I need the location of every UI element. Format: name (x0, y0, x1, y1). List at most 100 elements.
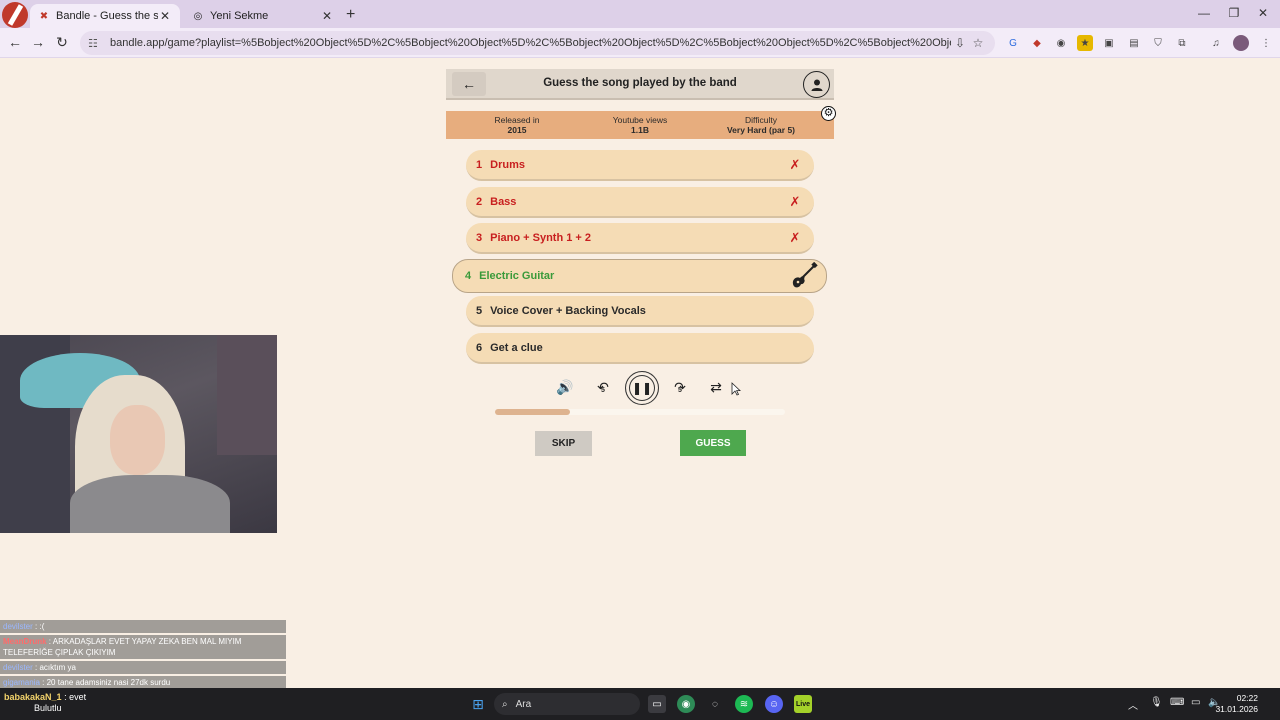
close-icon[interactable]: ✕ (158, 9, 172, 23)
profile-button[interactable] (803, 71, 830, 98)
keyboard-icon[interactable]: ⌨ (1170, 697, 1184, 708)
difficulty-label: Difficulty (745, 115, 777, 125)
stem-row-5[interactable]: 5 Voice Cover + Backing Vocals (466, 296, 814, 327)
volume-icon[interactable]: 🔊 (556, 378, 574, 396)
taskbar-search[interactable]: ⌕ Ara (494, 693, 640, 715)
time: 02:22 (1236, 693, 1258, 703)
puzzle-icon[interactable]: ⧉ (1174, 35, 1190, 51)
live-app-icon[interactable]: Live (794, 695, 812, 713)
stem-label: Electric Guitar (479, 270, 555, 282)
windows-start-icon[interactable]: ⊞ (469, 695, 487, 713)
rewind-seconds: 5 (601, 387, 605, 394)
stem-row-4[interactable]: 4 Electric Guitar (452, 259, 827, 293)
extension-icon[interactable]: ▤ (1126, 35, 1142, 51)
extension-icon[interactable]: ◆ (1029, 35, 1045, 51)
date: 31.01.2026 (1215, 704, 1258, 714)
browser-tab-bar: ✖ Bandle - Guess the song... ✕ ◎ Yeni Se… (0, 0, 1280, 28)
chat-text: : 20 tane adamsiniz nasi 27dk surdu (42, 678, 171, 687)
back-button[interactable]: ← (452, 72, 486, 96)
chat-text: : :( (35, 622, 45, 631)
url-text: bandle.app/game?playlist=%5Bobject%20Obj… (110, 37, 951, 49)
playback-progress[interactable] (495, 409, 785, 415)
extension-icon[interactable]: ◉ (1053, 35, 1069, 51)
released-info: Released in 2015 (482, 115, 552, 135)
tray-overflow-icon[interactable]: ︿ (1128, 697, 1138, 712)
settings-gear-icon[interactable]: ⚙ (821, 106, 836, 121)
tab-new[interactable]: ◎ Yeni Sekme ✕ (184, 4, 342, 28)
rewind-5-button[interactable]: ↶ 5 (594, 378, 612, 396)
page-title: Guess the song played by the band (543, 77, 737, 89)
fail-x-icon: ✗ (789, 193, 801, 209)
window-close-button[interactable]: ✕ (1256, 6, 1270, 20)
chat-message: devilster : :( (0, 620, 286, 633)
stem-label: Drums (490, 158, 525, 171)
site-info-icon[interactable]: ☷ (88, 37, 102, 50)
forward-seconds: 5 (678, 387, 682, 394)
stream-chat: devilster : :( MeanDrunk : ARKADAŞLAR EV… (0, 620, 286, 691)
stem-row-3[interactable]: 3 Piano + Synth 1 + 2 ✗ (466, 223, 814, 254)
new-tab-button[interactable]: + (346, 6, 355, 24)
spotify-icon[interactable]: ≋ (735, 695, 753, 713)
arrow-left-icon: ← (462, 76, 476, 92)
released-value: 2015 (507, 125, 527, 135)
bookmark-star-icon[interactable]: ☆ (969, 36, 987, 50)
game-header: ← Guess the song played by the band (446, 69, 834, 100)
user-icon (811, 79, 822, 91)
minimize-button[interactable]: — (1197, 6, 1211, 20)
chat-user: devilster (3, 622, 33, 631)
network-icon[interactable]: ▭ (1191, 697, 1200, 708)
stem-number: 4 (465, 270, 472, 282)
webcam-body (70, 475, 230, 533)
microphone-icon[interactable]: 🎙 (1150, 697, 1163, 708)
clock[interactable]: 02:22 31.01.2026 (1215, 693, 1258, 715)
webcam-face (110, 405, 165, 475)
shield-icon[interactable]: ⛉ (1150, 35, 1166, 51)
electric-guitar-icon (792, 262, 818, 288)
clue-row[interactable]: 6 Get a clue (466, 333, 814, 364)
avatar[interactable] (1233, 35, 1249, 51)
translate-extension-icon[interactable]: G (1005, 35, 1021, 51)
repeat-off-icon[interactable]: ⇄ (707, 378, 725, 396)
forward-nav-button[interactable]: → (29, 34, 47, 50)
forward-5-button[interactable]: ↷ 5 (671, 378, 689, 396)
stem-number: 5 (476, 304, 483, 317)
close-icon[interactable]: ✕ (320, 9, 334, 23)
restore-button[interactable]: ❐ (1227, 6, 1241, 20)
extension-icon[interactable]: ★ (1077, 35, 1093, 51)
address-bar[interactable]: ☷ bandle.app/game?playlist=%5Bobject%20O… (80, 31, 995, 55)
bandle-logo-icon (2, 2, 28, 28)
chat-text: : acıktım ya (35, 663, 76, 672)
stem-number: 2 (476, 195, 483, 208)
chat-message: devilster : acıktım ya (0, 661, 286, 674)
chat-user: gigamania (3, 678, 40, 687)
stem-row-2[interactable]: 2 Bass ✗ (466, 187, 814, 218)
chat-user: MeanDrunk (3, 637, 47, 646)
stem-label: Piano + Synth 1 + 2 (490, 231, 591, 244)
chrome-icon[interactable]: ◉ (677, 695, 695, 713)
discord-icon[interactable]: ☺ (765, 695, 783, 713)
chat-user: devilster (3, 663, 33, 672)
released-label: Released in (494, 115, 540, 125)
skip-button[interactable]: SKIP (535, 431, 592, 456)
media-icon[interactable]: ♫ (1208, 35, 1224, 51)
install-app-icon[interactable]: ⇩ (951, 36, 969, 50)
menu-dots-icon[interactable]: ⋮ (1258, 35, 1274, 51)
back-nav-button[interactable]: ← (6, 34, 24, 50)
guess-button[interactable]: GUESS (680, 430, 746, 456)
tab-bandle[interactable]: ✖ Bandle - Guess the song... ✕ (30, 4, 180, 28)
views-label: Youtube views (612, 115, 668, 125)
pause-button[interactable]: ❚❚ (625, 371, 659, 405)
reload-button[interactable]: ↻ (53, 34, 71, 51)
stem-row-1[interactable]: 1 Drums ✗ (466, 150, 814, 181)
extension-icon[interactable]: ▣ (1101, 35, 1117, 51)
fail-x-icon: ✗ (789, 229, 801, 245)
taskbar: babakakaN_1 : evet Bulutlu ⊞ ⌕ Ara ▭ ◉ ◌… (0, 688, 1280, 720)
tab-title: Yeni Sekme (210, 10, 269, 22)
app-icon[interactable]: ◌ (706, 695, 724, 713)
tab-title: Bandle - Guess the song... (56, 10, 158, 22)
mouse-cursor-icon (731, 382, 741, 396)
views-info: Youtube views 1.1B (604, 115, 676, 135)
progress-fill (495, 409, 571, 415)
task-view-icon[interactable]: ▭ (648, 695, 666, 713)
weather-widget[interactable]: babakakaN_1 : evet Bulutlu (4, 692, 86, 714)
